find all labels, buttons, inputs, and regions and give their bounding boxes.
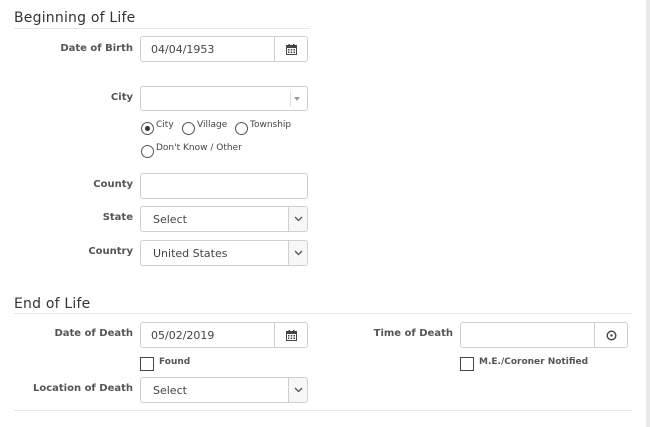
footer-divider	[14, 410, 632, 411]
chevron-down-icon[interactable]	[288, 241, 307, 265]
found-label[interactable]: Found	[159, 357, 190, 367]
location-label: Location of Death	[32, 383, 133, 394]
tod-field[interactable]	[460, 322, 628, 348]
country-select[interactable]: United States	[140, 240, 308, 266]
dob-value[interactable]: 04/04/1953	[141, 37, 274, 61]
state-label: State	[102, 212, 133, 223]
chevron-down-icon[interactable]	[288, 207, 307, 231]
state-selected-value[interactable]: Select	[141, 207, 288, 231]
clock-icon[interactable]	[594, 323, 627, 347]
location-selected-value[interactable]: Select	[141, 378, 288, 402]
dod-label: Date of Death	[54, 328, 133, 339]
scrollbar-track[interactable]	[646, 0, 650, 427]
tod-label: Time of Death	[373, 328, 453, 339]
me-coroner-checkbox[interactable]	[460, 357, 474, 371]
section-divider	[14, 28, 310, 29]
country-selected-value[interactable]: United States	[141, 241, 288, 265]
found-checkbox[interactable]	[140, 357, 154, 371]
chevron-down-icon[interactable]	[288, 378, 307, 402]
radio-township[interactable]	[235, 122, 248, 135]
country-label: Country	[88, 246, 133, 257]
calendar-icon[interactable]	[274, 37, 307, 61]
combo-separator	[290, 91, 291, 106]
radio-dont-know[interactable]	[141, 145, 154, 158]
me-coroner-label[interactable]: M.E./Coroner Notified	[479, 357, 588, 367]
dod-field[interactable]: 05/02/2019	[140, 322, 308, 348]
dod-value[interactable]: 05/02/2019	[141, 323, 274, 347]
section-divider	[14, 313, 632, 314]
state-select[interactable]: Select	[140, 206, 308, 232]
radio-city-label[interactable]: City	[156, 120, 174, 130]
section-title-beginning: Beginning of Life	[14, 10, 136, 26]
radio-city[interactable]	[141, 122, 154, 135]
city-combobox[interactable]	[140, 86, 308, 111]
dob-field[interactable]: 04/04/1953	[140, 36, 308, 62]
section-title-end: End of Life	[14, 296, 91, 312]
tod-value[interactable]	[461, 323, 594, 347]
radio-township-label[interactable]: Township	[250, 120, 291, 130]
radio-village-label[interactable]: Village	[197, 120, 227, 130]
county-label: County	[93, 179, 133, 190]
county-input[interactable]	[140, 173, 308, 199]
location-select[interactable]: Select	[140, 377, 308, 403]
city-label: City	[110, 92, 133, 103]
radio-village[interactable]	[182, 122, 195, 135]
caret-down-icon[interactable]	[294, 97, 300, 101]
radio-dont-know-label[interactable]: Don't Know / Other	[156, 143, 242, 153]
dob-label: Date of Birth	[60, 43, 133, 54]
calendar-icon[interactable]	[274, 323, 307, 347]
